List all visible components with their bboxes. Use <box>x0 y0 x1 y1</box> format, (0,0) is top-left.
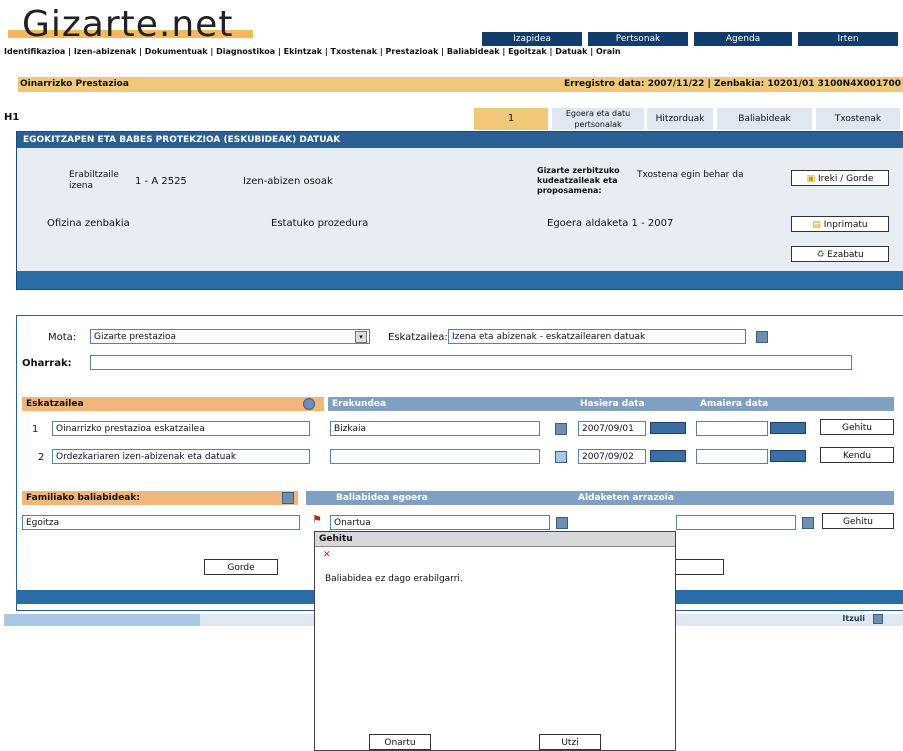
grid2-header-bar: Baliabidea egoera Aldaketen arrazoia <box>306 491 894 505</box>
date-picker-icon[interactable] <box>770 422 806 434</box>
type-select[interactable]: Gizarte prestazioa ▾ <box>90 329 370 344</box>
open-save-label: Ireki / Gorde <box>817 174 874 184</box>
grid1-row2-button[interactable]: Kendu <box>820 447 894 463</box>
grid1-row2-start[interactable]: 2007/09/02 <box>578 449 646 464</box>
grid1-row1-start[interactable]: 2007/09/01 <box>578 421 646 436</box>
status-change: Egoera aldaketa 1 - 2007 <box>547 218 674 229</box>
grid2-header-resources: Familiako baliabideak: <box>22 491 298 505</box>
arrow-left-icon[interactable] <box>873 614 883 624</box>
print-icon: ▤ <box>812 220 821 230</box>
tab-4[interactable]: Txostenak <box>816 108 900 130</box>
grid1-header-start: Hasiera data <box>580 399 645 409</box>
title-right: Erregistro data: 2007/11/22 | Zenbakia: … <box>564 79 901 89</box>
grid2-add-button[interactable]: Gehitu <box>822 513 894 529</box>
tab-0[interactable]: 1 <box>474 108 548 130</box>
close-icon[interactable]: ✕ <box>323 550 331 560</box>
chevron-down-icon[interactable] <box>802 517 814 529</box>
add-icon[interactable] <box>303 398 315 410</box>
grid2-resource-input[interactable]: Egoitza <box>22 515 300 530</box>
title-bar: Oinarrizko Prestazioa Erregistro data: 2… <box>18 77 903 92</box>
grid1-row1-num: 1 <box>32 424 39 435</box>
search-icon[interactable] <box>756 331 768 343</box>
procedure-label: Estatuko prozedura <box>271 218 369 229</box>
manager-value: Txostena egin behar da <box>637 170 744 180</box>
grid1-row2-org[interactable] <box>330 449 540 464</box>
add-icon[interactable] <box>282 492 294 504</box>
calendar-icon[interactable] <box>555 451 567 463</box>
grid1-row1-end[interactable] <box>696 421 768 436</box>
grid2-state-input[interactable]: Onartua <box>330 515 550 530</box>
page-footer-accent <box>4 614 200 626</box>
print-button[interactable]: ▤ Inprimatu <box>791 216 889 232</box>
tab-strip: 1 Egoera eta datu pertsonalak Hitzorduak… <box>4 108 903 130</box>
grid1-row2-end[interactable] <box>696 449 768 464</box>
secondary-button[interactable] <box>672 559 724 575</box>
tab-3[interactable]: Baliabideak <box>717 108 812 130</box>
date-picker-icon[interactable] <box>650 422 686 434</box>
grid1-header-end: Amaiera data <box>700 399 769 409</box>
chevron-down-icon[interactable] <box>556 517 568 529</box>
popup-message: Baliabidea ez dago erabilgarri. <box>325 574 463 584</box>
popup-ok-button[interactable]: Onartu <box>369 734 431 750</box>
chevron-down-icon[interactable]: ▾ <box>355 331 367 343</box>
office-label: Ofizina zenbakia <box>47 218 130 229</box>
links-bar[interactable]: Identifikazioa | Izen-abizenak | Dokumen… <box>4 47 903 60</box>
tab-1[interactable]: Egoera eta datu pertsonalak <box>552 108 644 130</box>
app-logo: Gizarte.net <box>22 4 234 45</box>
grid1-header-bar: Erakundea Hasiera data Amaiera data <box>328 397 894 411</box>
grid1-row2-name[interactable]: Ordezkariaren izen-abizenak eta datuak <box>52 449 310 464</box>
grid1-row1-name[interactable]: Oinarrizko prestazioa eskatzailea <box>52 421 310 436</box>
open-save-button[interactable]: ▣ Ireki / Gorde <box>791 170 889 186</box>
folder-icon: ▣ <box>806 174 816 184</box>
note-input[interactable] <box>90 355 852 370</box>
grid1-header-org: Erakundea <box>332 399 387 409</box>
grid2-reason-input[interactable] <box>676 515 796 530</box>
tab-2[interactable]: Hitzorduak <box>647 108 713 130</box>
delete-button[interactable]: ♻ Ezabatu <box>791 246 889 262</box>
delete-label: Ezabatu <box>827 250 864 260</box>
nav-item-2[interactable]: Agenda <box>694 32 792 46</box>
save-button[interactable]: Gorde <box>204 559 278 575</box>
grid1-row1-button[interactable]: Gehitu <box>820 419 894 435</box>
popup-dialog: Gehitu ✕ Baliabidea ez dago erabilgarri.… <box>314 531 676 751</box>
nav-item-3[interactable]: Irten <box>798 32 898 46</box>
fullname-label: Izen-abizen osoak <box>243 176 333 187</box>
type-value: Gizarte prestazioa <box>94 332 177 342</box>
grid1-row1-org[interactable]: Bizkaia <box>330 421 540 436</box>
calendar-icon[interactable] <box>555 423 567 435</box>
details-header: EGOKITZAPEN ETA BABES PROTEKZIOA (ESKUBI… <box>17 132 903 148</box>
manager-label: Gizarte zerbitzuko kudeatzaileak eta pro… <box>537 166 620 195</box>
requester-label: Eskatzailea: <box>388 332 448 343</box>
title-left: Oinarrizko Prestazioa <box>20 79 129 89</box>
grid1-header-name: Eskatzailea <box>22 397 324 411</box>
details-footer-bar <box>17 271 903 289</box>
grid2-header-reason: Aldaketen arrazoia <box>578 493 674 503</box>
type-label: Mota: <box>48 332 77 343</box>
popup-cancel-button[interactable]: Utzi <box>539 734 601 750</box>
back-link[interactable]: Itzuli <box>842 614 865 623</box>
date-picker-icon[interactable] <box>650 450 686 462</box>
user-value: 1 - A 2525 <box>135 176 187 187</box>
user-label: Erabiltzaile izena <box>69 170 119 191</box>
trash-icon: ♻ <box>816 250 825 260</box>
details-panel: EGOKITZAPEN ETA BABES PROTEKZIOA (ESKUBI… <box>16 131 903 290</box>
flag-icon: ⚑ <box>312 513 322 526</box>
grid1-row2-num: 2 <box>38 452 45 463</box>
requester-input[interactable]: Izena eta abizenak - eskatzailearen datu… <box>448 329 746 344</box>
nav-item-1[interactable]: Pertsonak <box>588 32 688 46</box>
nav-item-0[interactable]: Izapidea <box>482 32 582 46</box>
popup-title: Gehitu <box>315 532 675 547</box>
print-label: Inprimatu <box>823 220 868 230</box>
grid2-header-state: Baliabidea egoera <box>336 493 428 503</box>
date-picker-icon[interactable] <box>770 450 806 462</box>
note-label: Oharrak: <box>22 358 72 369</box>
